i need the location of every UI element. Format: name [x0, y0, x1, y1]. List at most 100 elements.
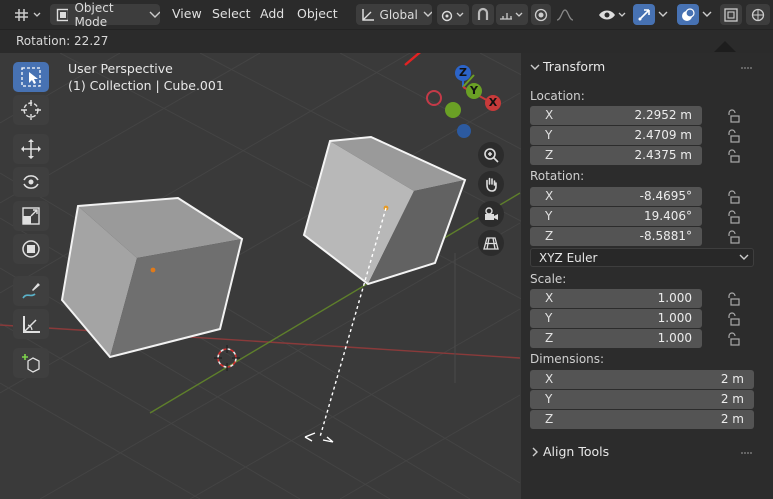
lock-icon[interactable] [726, 210, 740, 224]
location-z-value: 2.4375 m [634, 148, 693, 162]
chevron-down-icon[interactable] [530, 62, 540, 72]
x-axis-line [0, 324, 521, 359]
menu-object[interactable]: Object [297, 6, 338, 21]
transform-tool[interactable] [13, 234, 49, 264]
proportional-edit-icon [534, 8, 548, 21]
cursor-tool[interactable] [13, 95, 49, 125]
lock-icon[interactable] [726, 230, 740, 244]
gizmo-z-axis[interactable]: Z [455, 65, 471, 81]
rotation-mode-label: XYZ Euler [539, 251, 598, 265]
gizmo-y-axis[interactable]: Y [466, 83, 482, 99]
lock-icon[interactable] [726, 109, 740, 123]
overlay-icon [682, 7, 695, 21]
snap-target-icon [500, 12, 523, 20]
chevron-down-icon[interactable] [657, 10, 669, 20]
visibility-dropdown[interactable] [596, 4, 630, 25]
dimensions-z-field[interactable]: Z 2 m [530, 410, 754, 429]
xray-toggle[interactable] [720, 4, 742, 25]
rotation-z-field[interactable]: Z -8.5881° [530, 227, 702, 246]
wireframe-shading-button[interactable] [746, 4, 770, 25]
dimensions-label: Dimensions: [530, 352, 605, 366]
location-x-value: 2.2952 m [634, 108, 693, 122]
annotate-tool[interactable] [13, 276, 49, 306]
scale-z-field[interactable]: Z 1.000 [530, 329, 702, 348]
gizmo-x-axis[interactable]: X [485, 95, 501, 111]
lock-icon[interactable] [726, 149, 740, 163]
rotate-cursor-icon [304, 432, 334, 443]
editor-type-button[interactable] [12, 4, 46, 25]
add-cube-icon [22, 354, 40, 373]
menu-add[interactable]: Add [260, 6, 284, 21]
rotate-icon [23, 175, 39, 189]
axis-label: Y [545, 128, 553, 142]
scale-z-value: 1.000 [657, 331, 692, 345]
transform-panel-title[interactable]: Transform [543, 59, 605, 74]
chevron-right-icon[interactable] [530, 447, 540, 457]
drag-handle-icon[interactable] [741, 451, 753, 455]
lock-icon[interactable] [726, 129, 740, 143]
gizmo-icon [638, 8, 650, 21]
dimensions-x-field[interactable]: X 2 m [530, 370, 754, 389]
rotation-x-field[interactable]: X -8.4695° [530, 187, 702, 206]
lock-icon[interactable] [726, 292, 740, 306]
axis-label: Z [545, 331, 554, 345]
viewport-header: Object Mode View Select Add Object Globa… [0, 0, 773, 29]
proportional-falloff-dropdown[interactable] [553, 4, 583, 25]
measure-icon [23, 316, 40, 333]
drag-handle-icon[interactable] [741, 66, 753, 70]
location-x-field[interactable]: X 2.2952 m [530, 106, 702, 125]
align-tools-panel-title[interactable]: Align Tools [543, 444, 609, 459]
mode-dropdown[interactable]: Object Mode [50, 1, 161, 29]
axis-label: Y [545, 392, 553, 406]
move-tool[interactable] [13, 134, 49, 164]
menu-view[interactable]: View [172, 6, 202, 21]
rotation-y-field[interactable]: Y 19.406° [530, 207, 702, 226]
transform-orientation-dropdown[interactable]: Global [356, 4, 432, 25]
menu-select[interactable]: Select [212, 6, 251, 21]
view-perspective-label: User Perspective [68, 61, 173, 76]
dimensions-y-field[interactable]: Y 2 m [530, 390, 754, 409]
camera-view-button[interactable] [478, 201, 504, 227]
wireframe-shading-icon [751, 8, 765, 21]
scale-tool[interactable] [13, 201, 49, 231]
scale-x-field[interactable]: X 1.000 [530, 289, 702, 308]
overlay-toggle[interactable] [677, 4, 699, 25]
operator-status-text: Rotation: 22.27 [16, 34, 109, 48]
select-box-tool[interactable] [13, 62, 49, 92]
pan-button[interactable] [478, 171, 504, 197]
chevron-down-icon[interactable] [701, 10, 713, 20]
axis-label: X [545, 372, 554, 386]
rotate-tool[interactable] [13, 167, 49, 197]
rotation-mode-dropdown[interactable]: XYZ Euler [530, 248, 754, 267]
sidebar-collapse-arrow-icon[interactable] [712, 40, 738, 53]
falloff-icon [556, 8, 574, 21]
location-y-field[interactable]: Y 2.4709 m [530, 126, 702, 145]
cube-left [60, 196, 244, 359]
axis-label: X [545, 189, 554, 203]
lock-icon[interactable] [726, 190, 740, 204]
object-mode-icon [56, 8, 69, 21]
pivot-point-dropdown[interactable] [437, 4, 469, 25]
lock-icon[interactable] [726, 312, 740, 326]
perspective-toggle-button[interactable] [478, 230, 504, 256]
xray-icon [724, 7, 738, 22]
snap-toggle[interactable] [472, 4, 494, 25]
gizmo-toggle[interactable] [633, 4, 655, 25]
scale-y-field[interactable]: Y 1.000 [530, 309, 702, 328]
axis-label: X [545, 108, 554, 122]
zoom-button[interactable] [478, 142, 504, 168]
snap-target-dropdown[interactable] [496, 4, 528, 25]
lock-icon[interactable] [726, 332, 740, 346]
proportional-edit-toggle[interactable] [531, 4, 551, 25]
cursor-icon [21, 100, 41, 120]
orientation-label: Global [379, 7, 418, 22]
axis-label: Z [545, 148, 554, 162]
axis-label: Z [545, 229, 554, 243]
measure-tool[interactable] [13, 309, 49, 339]
location-label: Location: [530, 89, 585, 103]
location-z-field[interactable]: Z 2.4375 m [530, 146, 702, 165]
chevron-down-icon [739, 254, 749, 260]
add-cube-tool[interactable] [13, 348, 49, 378]
visibility-icon [599, 10, 626, 19]
scale-icon [22, 207, 40, 225]
